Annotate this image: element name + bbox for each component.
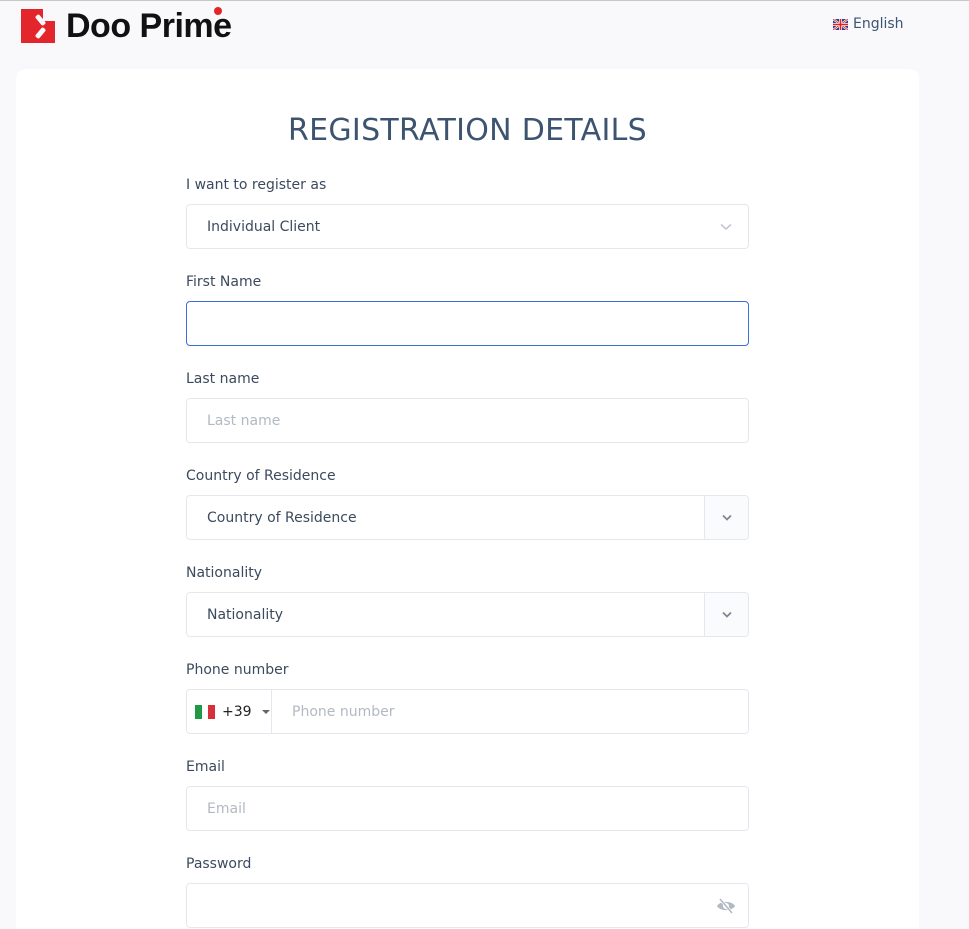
language-label: English bbox=[853, 16, 904, 32]
caret-down-icon bbox=[261, 709, 270, 714]
country-placeholder: Country of Residence bbox=[207, 509, 357, 526]
country-select[interactable]: Country of Residence bbox=[186, 495, 749, 540]
register-as-select[interactable]: Individual Client bbox=[186, 204, 749, 249]
phone-label: Phone number bbox=[186, 662, 289, 678]
last-name-label: Last name bbox=[186, 371, 260, 387]
uk-flag-icon bbox=[833, 18, 848, 30]
email-input[interactable] bbox=[187, 787, 748, 830]
nationality-label: Nationality bbox=[186, 565, 263, 581]
last-name-field[interactable] bbox=[186, 398, 749, 443]
register-as-value: Individual Client bbox=[207, 218, 321, 235]
password-input[interactable] bbox=[187, 884, 704, 927]
doo-prime-logo-icon bbox=[21, 9, 55, 43]
logo-dot bbox=[214, 7, 222, 15]
first-name-field[interactable] bbox=[186, 301, 749, 346]
register-as-label: I want to register as bbox=[186, 177, 327, 193]
nationality-select[interactable]: Nationality bbox=[186, 592, 749, 637]
last-name-input[interactable] bbox=[187, 399, 748, 442]
email-label: Email bbox=[186, 759, 225, 775]
phone-input[interactable] bbox=[272, 690, 748, 733]
first-name-label: First Name bbox=[186, 274, 262, 290]
phone-field[interactable]: +39 bbox=[186, 689, 749, 734]
registration-card: REGISTRATION DETAILS I want to register … bbox=[16, 69, 919, 929]
brand-logo[interactable]: Doo Prime bbox=[21, 7, 232, 45]
password-label: Password bbox=[186, 856, 252, 872]
country-code: +39 bbox=[222, 703, 252, 720]
brand-name: Doo Prime bbox=[66, 7, 232, 45]
chevron-down-icon[interactable] bbox=[704, 496, 748, 539]
language-selector[interactable]: English bbox=[833, 16, 904, 32]
italy-flag-icon bbox=[195, 704, 216, 719]
nationality-placeholder: Nationality bbox=[207, 606, 284, 623]
country-label: Country of Residence bbox=[186, 468, 336, 484]
country-code-selector[interactable]: +39 bbox=[187, 690, 272, 733]
chevron-down-icon bbox=[704, 205, 748, 248]
eye-slash-icon[interactable] bbox=[704, 884, 748, 927]
email-field[interactable] bbox=[186, 786, 749, 831]
chevron-down-icon[interactable] bbox=[704, 593, 748, 636]
page-title: REGISTRATION DETAILS bbox=[287, 113, 648, 148]
password-field[interactable] bbox=[186, 883, 749, 928]
first-name-input[interactable] bbox=[187, 302, 748, 345]
